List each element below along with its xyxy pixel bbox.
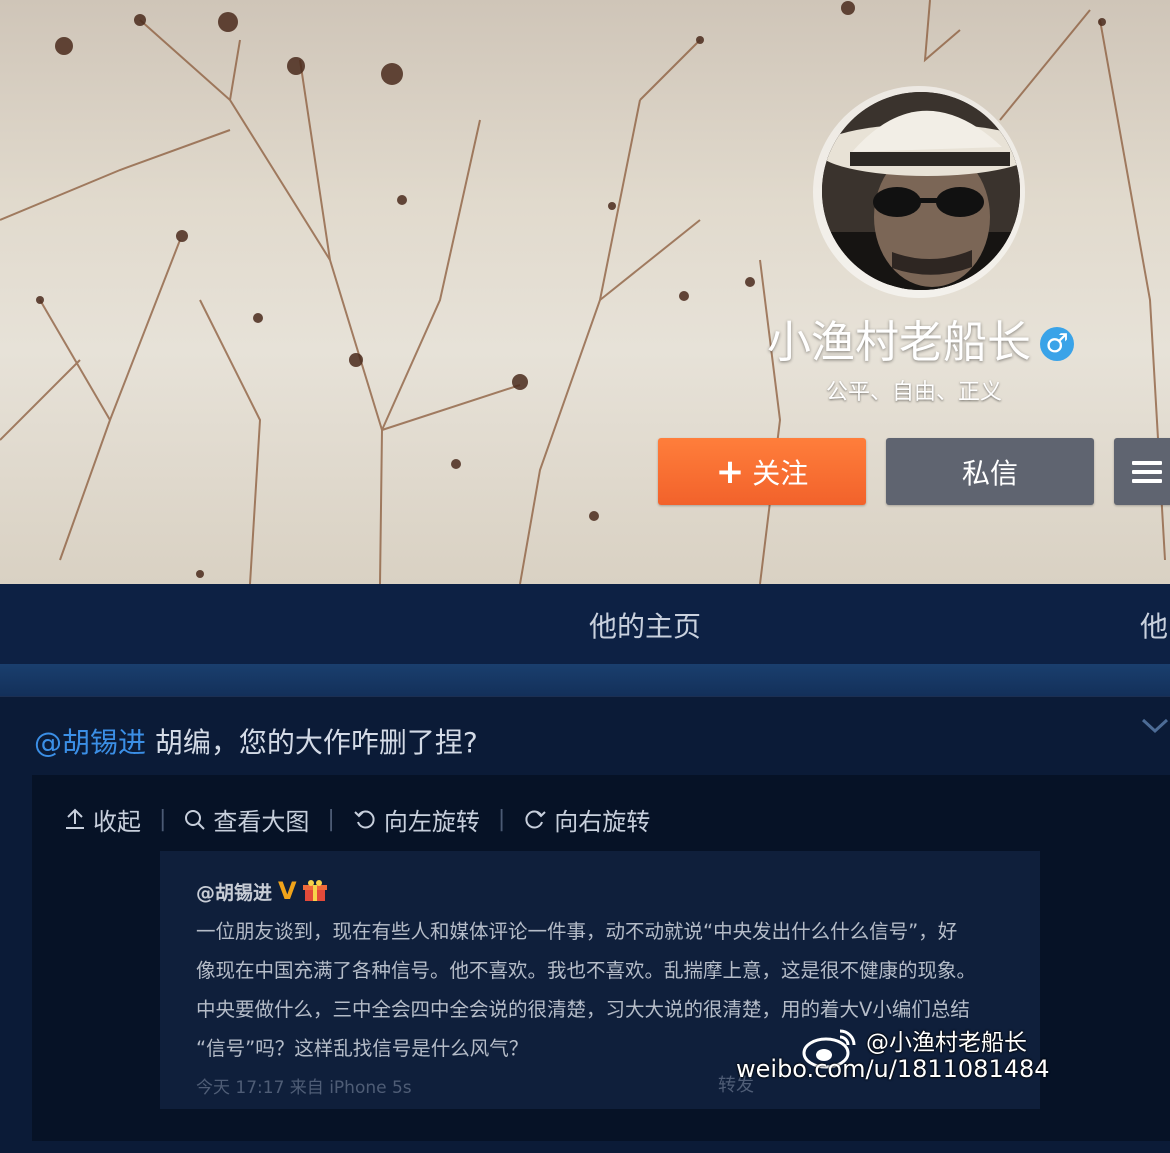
tab-other[interactable]: 他 — [1140, 605, 1168, 645]
plus-icon: + — [715, 451, 745, 492]
watermark-handle: @小渔村老船长 — [866, 1030, 1027, 1056]
media-toolbar: 收起 | 查看大图 | 向左旋转 | 向右旋转 — [64, 799, 650, 839]
rotate-left-label: 向左旋转 — [383, 807, 480, 836]
tab-home[interactable]: 他的主页 — [589, 605, 701, 645]
magnifier-icon — [185, 810, 206, 830]
view-large-label: 查看大图 — [213, 807, 310, 836]
rotate-left-button[interactable]: 向左旋转 — [353, 802, 480, 837]
screenshot-text-line: “信号”吗？这样乱找信号是什么风气？ — [196, 1037, 529, 1060]
follow-label: 关注 — [752, 456, 809, 490]
screenshot-text-line: 像现在中国充满了各种信号。他不喜欢。我也不喜欢。乱揣摩上意，这是很不健康的现象。 — [196, 959, 977, 982]
gift-icon — [302, 880, 327, 901]
male-icon: ♂ — [1040, 327, 1074, 361]
post-text: @胡锡进 胡编，您的大作咋删了捏? — [34, 721, 478, 761]
message-label: 私信 — [961, 456, 1018, 490]
toolbar-separator: | — [159, 806, 167, 832]
watermark-url: weibo.com/u/1811081484 — [736, 1055, 1050, 1083]
message-button[interactable]: 私信 — [886, 438, 1094, 505]
more-menu-button[interactable] — [1114, 438, 1170, 505]
profile-tab-bar: 他的主页 他 — [0, 584, 1170, 664]
view-large-button[interactable]: 查看大图 — [184, 802, 309, 837]
collapse-up-icon — [66, 808, 84, 829]
rotate-right-label: 向右旋转 — [554, 807, 651, 836]
collapse-label: 收起 — [93, 807, 141, 836]
rotate-right-icon — [525, 810, 546, 829]
screenshot-author: @胡锡进 V — [196, 877, 327, 905]
avatar-photo — [822, 92, 1020, 290]
mention-link[interactable]: @胡锡进 — [34, 726, 146, 759]
screenshot-meta: 今天 17:17 来自 iPhone 5s — [196, 1078, 412, 1098]
profile-bio: 公平、自由、正义 — [826, 380, 1003, 405]
toolbar-separator: | — [497, 806, 506, 832]
weibo-post-card: @胡锡进 胡编，您的大作咋删了捏? 收起 | 查看大图 | 向左旋转 | 向右旋… — [0, 696, 1170, 1153]
screenshot-text-line: 一位朋友谈到，现在有些人和媒体评论一件事，动不动就说“中央发出什么什么信号”，好 — [196, 920, 958, 943]
screenshot-text-line: 中央要做什么，三中全会四中全会说的很清楚，习大大说的很清楚，用的着大V小编们总结 — [196, 998, 970, 1021]
toolbar-separator: | — [327, 806, 335, 832]
hamburger-menu-icon — [1132, 456, 1162, 488]
follow-button[interactable]: + 关注 — [658, 438, 866, 505]
avatar[interactable] — [822, 92, 1020, 290]
rotate-right-button[interactable]: 向右旋转 — [523, 802, 650, 837]
nav-divider-strip — [0, 664, 1170, 696]
chevron-down-icon[interactable] — [1140, 713, 1170, 737]
profile-cover: 小渔村老船长 ♂ 公平、自由、正义 + 关注 私信 — [0, 0, 1170, 584]
screenshot-author-name: @胡锡进 — [196, 881, 273, 904]
profile-name: 小渔村老船长 — [767, 317, 1031, 368]
media-viewer: 收起 | 查看大图 | 向左旋转 | 向右旋转 @胡锡进 V 一位朋友谈到，现在… — [32, 775, 1170, 1141]
rotate-left-icon — [354, 810, 375, 829]
collapse-button[interactable]: 收起 — [64, 802, 141, 837]
post-body: 胡编，您的大作咋删了捏? — [146, 726, 478, 759]
attached-screenshot[interactable]: @胡锡进 V 一位朋友谈到，现在有些人和媒体评论一件事，动不动就说“中央发出什么… — [160, 851, 1050, 1109]
verified-badge-icon: V — [278, 877, 297, 905]
